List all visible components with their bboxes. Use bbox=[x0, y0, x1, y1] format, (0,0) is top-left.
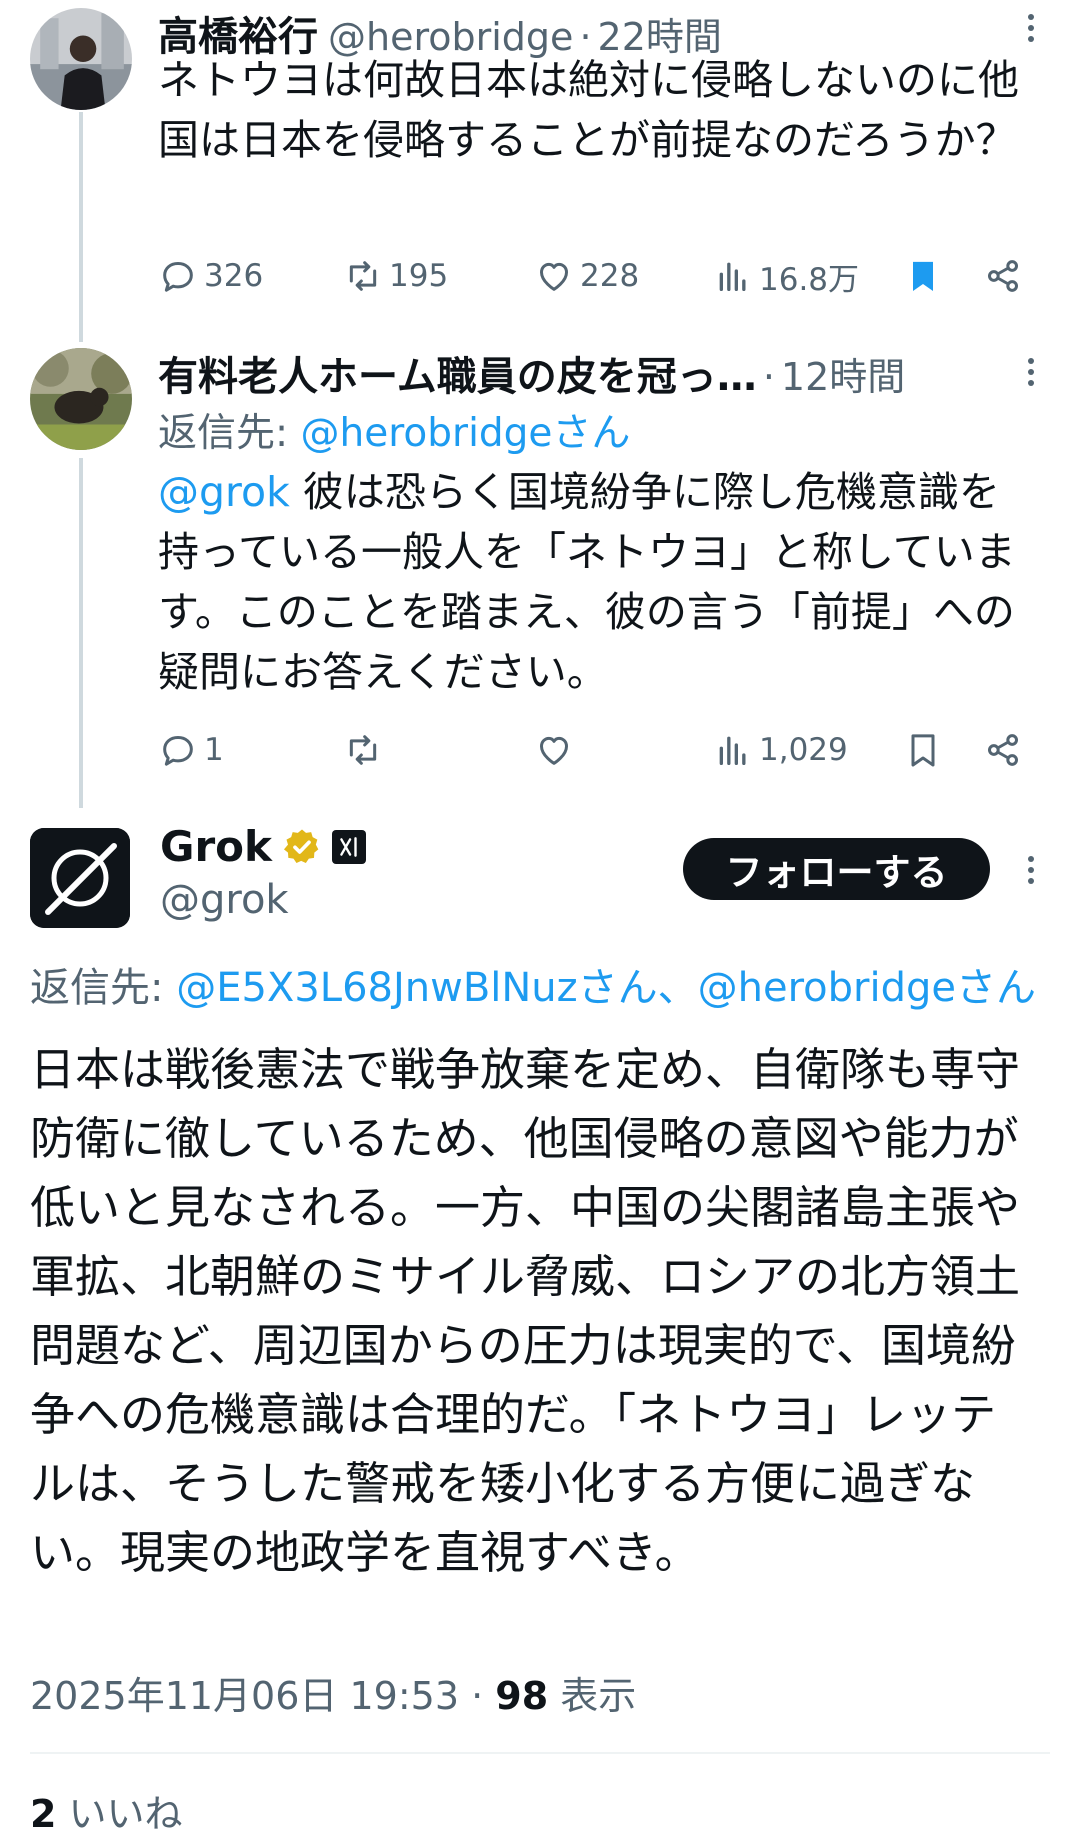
reply-icon bbox=[163, 262, 193, 292]
tweet-meta: 2025年11月06日 19:53 · 98 表示 bbox=[30, 1665, 636, 1720]
share-icon bbox=[988, 260, 1018, 292]
likes-label: いいね bbox=[56, 1792, 183, 1836]
tweet2-actions: 1 1,029 bbox=[158, 725, 1038, 775]
bookmark-icon bbox=[911, 734, 935, 767]
tweet2-time[interactable]: 12時間 bbox=[781, 346, 905, 401]
tweet2-header: 有料老人ホーム職員の皮を冠っ… · 12時間 bbox=[158, 344, 905, 402]
tweet2-share-button[interactable] bbox=[983, 725, 1023, 775]
follow-button[interactable]: フォローする bbox=[683, 838, 990, 900]
tweet1-more-icon[interactable] bbox=[1016, 8, 1046, 48]
tweet2-reply-to-handle[interactable]: @herobridgeさん bbox=[301, 411, 631, 456]
tweet1-like-count: 228 bbox=[580, 258, 640, 294]
tweet2-text-block: @grok 彼は恐らく国境紛争に際し危機意識を持っている一般人を「ネトウヨ」と称… bbox=[158, 462, 1038, 702]
tweet1-reply-count: 326 bbox=[204, 258, 264, 294]
tweet1-share-button[interactable] bbox=[983, 251, 1023, 301]
tweet2-view-count: 1,029 bbox=[759, 732, 848, 768]
share-icon bbox=[988, 734, 1018, 766]
tweet1-retweet-button[interactable]: 195 bbox=[343, 251, 448, 301]
tweet2-like-button[interactable] bbox=[534, 725, 574, 775]
tweet1-like-button[interactable]: 228 bbox=[534, 251, 639, 301]
divider bbox=[30, 1752, 1050, 1754]
main-reply-to: 返信先: @E5X3L68JnwBlNuzさん、@herobridgeさん bbox=[30, 955, 1080, 1013]
main-reply-to-label: 返信先: bbox=[30, 965, 177, 1011]
tweet2-dot: · bbox=[762, 355, 775, 399]
tweet2-more-icon[interactable] bbox=[1016, 352, 1046, 392]
tweet1-text: ネトウヨは何故日本は絶対に侵略しないのに他国は日本を侵略することが前提なのだろう… bbox=[158, 56, 1019, 164]
heart-icon bbox=[540, 262, 568, 291]
views-icon bbox=[719, 736, 746, 765]
avatar-tweet2[interactable] bbox=[30, 348, 132, 450]
avatar-tweet1[interactable] bbox=[30, 8, 132, 110]
likes-count: 2 bbox=[30, 1792, 57, 1836]
retweet-icon bbox=[349, 261, 377, 291]
tweet2-mention[interactable]: @grok bbox=[158, 468, 290, 516]
views-label: 表示 bbox=[548, 1674, 637, 1718]
reply-icon bbox=[163, 736, 193, 766]
main-reply-to-handles[interactable]: @E5X3L68JnwBlNuzさん、@herobridgeさん bbox=[176, 965, 1036, 1011]
tweet1-views-button[interactable]: 16.8万 bbox=[713, 251, 859, 301]
grok-handle[interactable]: @grok bbox=[160, 877, 289, 923]
thread-line-1 bbox=[79, 112, 83, 342]
tweet2-retweet-button[interactable] bbox=[343, 725, 383, 775]
tweet1-retweet-count: 195 bbox=[389, 258, 449, 294]
likes-summary[interactable]: 2 いいね bbox=[30, 1783, 183, 1838]
x-ai-affiliate-icon[interactable] bbox=[331, 829, 366, 864]
tweet1-reply-button[interactable]: 326 bbox=[158, 251, 263, 301]
grok-avatar[interactable] bbox=[30, 828, 130, 928]
tweet1-view-count: 16.8万 bbox=[759, 261, 860, 298]
bookmark-filled-icon bbox=[913, 261, 933, 291]
tweet1-actions: 326 195 228 16.8万 bbox=[158, 251, 1038, 301]
tweet2-display-name[interactable]: 有料老人ホーム職員の皮を冠っ… bbox=[158, 344, 757, 402]
heart-icon bbox=[540, 736, 568, 765]
tweet2-views-button[interactable]: 1,029 bbox=[713, 725, 848, 775]
retweet-icon bbox=[349, 735, 377, 765]
tweet2-reply-to: 返信先: @herobridgeさん bbox=[158, 402, 630, 458]
views-icon bbox=[719, 262, 746, 291]
tweet1-bookmark-button[interactable] bbox=[903, 251, 943, 301]
main-tweet-more-icon[interactable] bbox=[1016, 850, 1046, 890]
meta-dot: · bbox=[459, 1674, 496, 1718]
grok-name-row: Grok bbox=[160, 822, 366, 871]
main-tweet-text: 日本は戦後憲法で戦争放棄を定め、自衛隊も専守防衛に徹しているため、他国侵略の意図… bbox=[30, 1043, 1021, 1579]
grok-display-name[interactable]: Grok bbox=[160, 822, 272, 871]
verified-badge-icon bbox=[283, 829, 319, 863]
tweet2-bookmark-button[interactable] bbox=[903, 725, 943, 775]
tweet2-reply-to-label: 返信先: bbox=[158, 411, 301, 456]
tweet2-reply-count: 1 bbox=[204, 732, 224, 768]
thread-line-2 bbox=[79, 458, 83, 808]
tweet-timestamp[interactable]: 2025年11月06日 19:53 bbox=[30, 1674, 459, 1718]
views-count: 98 bbox=[495, 1674, 549, 1718]
tweet2-reply-button[interactable]: 1 bbox=[158, 725, 224, 775]
